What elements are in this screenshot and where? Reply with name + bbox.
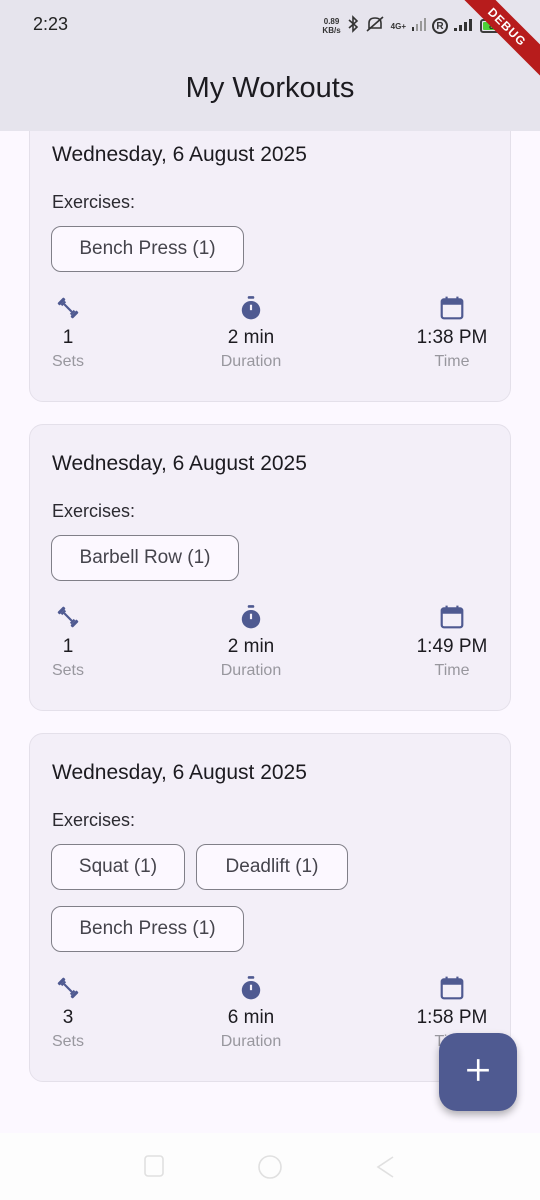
sets-stat: 1 Sets — [8, 604, 128, 680]
debug-banner: DEBUG — [453, 0, 540, 81]
network-type: 4G+ — [390, 21, 406, 31]
signal-icon-2 — [454, 17, 474, 36]
time-stat: 1:38 PM Time — [392, 295, 512, 371]
exercise-chip[interactable]: Barbell Row (1) — [51, 535, 239, 581]
exercise-chip[interactable]: Bench Press (1) — [51, 226, 244, 272]
dumbbell-icon — [8, 604, 128, 630]
status-time: 2:23 — [33, 14, 69, 34]
exercises-label: Exercises: — [52, 192, 136, 212]
duration-stat: 6 min Duration — [191, 975, 311, 1051]
time-stat: 1:49 PM Time — [392, 604, 512, 680]
status-icons: 0.89 KB/s 4G+ R 84 — [322, 14, 508, 38]
top-bar: 2:23 0.89 KB/s 4G+ R 84 DEBUG My Workout… — [0, 0, 540, 131]
workout-date: Wednesday, 6 August 2025 — [52, 452, 307, 475]
workout-card[interactable]: Wednesday, 6 August 2025 Exercises: Squa… — [29, 733, 511, 1082]
duration-stat: 2 min Duration — [191, 604, 311, 680]
workout-card[interactable]: Wednesday, 6 August 2025 Exercises: Benc… — [29, 110, 511, 402]
timer-icon — [191, 604, 311, 630]
system-nav-bar — [0, 1133, 540, 1200]
sets-stat: 3 Sets — [8, 975, 128, 1051]
workout-date: Wednesday, 6 August 2025 — [52, 143, 307, 166]
timer-icon — [191, 295, 311, 321]
exercise-chip[interactable]: Bench Press (1) — [51, 906, 244, 952]
timer-icon — [191, 975, 311, 1001]
calendar-icon — [392, 604, 512, 630]
signal-icon-1 — [412, 17, 426, 36]
net-speed: 0.89 KB/s — [322, 17, 341, 35]
calendar-icon — [392, 295, 512, 321]
plus-icon — [465, 1057, 491, 1088]
mute-icon — [365, 15, 385, 38]
workout-card[interactable]: Wednesday, 6 August 2025 Exercises: Barb… — [29, 424, 511, 711]
duration-stat: 2 min Duration — [191, 295, 311, 371]
calendar-icon — [392, 975, 512, 1001]
bluetooth-icon — [347, 14, 359, 38]
workout-date: Wednesday, 6 August 2025 — [52, 761, 307, 784]
back-icon[interactable] — [374, 1154, 396, 1185]
sets-stat: 1 Sets — [8, 295, 128, 371]
dumbbell-icon — [8, 295, 128, 321]
exercise-chip[interactable]: Deadlift (1) — [196, 844, 348, 890]
registered-icon: R — [432, 18, 448, 34]
exercises-label: Exercises: — [52, 501, 136, 521]
recent-apps-icon[interactable] — [143, 1154, 165, 1183]
exercise-chip[interactable]: Squat (1) — [51, 844, 185, 890]
exercises-label: Exercises: — [52, 810, 136, 830]
dumbbell-icon — [8, 975, 128, 1001]
home-icon[interactable] — [257, 1154, 283, 1185]
page-title: My Workouts — [185, 72, 355, 104]
add-workout-button[interactable] — [439, 1033, 517, 1111]
